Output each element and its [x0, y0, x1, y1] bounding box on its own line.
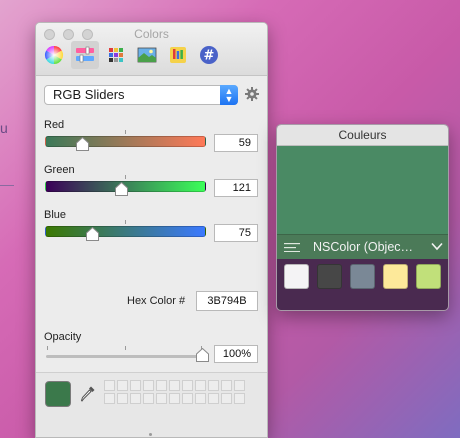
- popover-swatch[interactable]: [350, 264, 375, 289]
- resize-grip[interactable]: [149, 433, 152, 436]
- list-icon: [284, 243, 300, 252]
- swatch-cell[interactable]: [143, 380, 154, 391]
- swatch-cell[interactable]: [156, 380, 167, 391]
- opacity-slider-track[interactable]: [46, 355, 202, 358]
- opacity-tick-mid: [125, 346, 126, 350]
- color-preview: [277, 146, 448, 234]
- hex-field[interactable]: 3B794B: [196, 291, 258, 311]
- red-slider-track[interactable]: [45, 136, 206, 147]
- sliders-icon: [76, 46, 94, 63]
- swatch-cell[interactable]: [156, 393, 167, 404]
- slider-mode-value: RGB Sliders: [53, 87, 125, 102]
- swatch-cell[interactable]: [195, 380, 206, 391]
- window-title: Colors: [134, 27, 169, 41]
- chevron-down-icon: [431, 242, 443, 251]
- hex-label: Hex Color #: [127, 295, 186, 307]
- swatch-cell[interactable]: [208, 380, 219, 391]
- red-label: Red: [44, 119, 65, 131]
- swatch-cell[interactable]: [221, 380, 232, 391]
- green-center-tick: [125, 175, 126, 179]
- chevron-updown-icon: ▲ ▼: [220, 85, 238, 105]
- popover-swatch[interactable]: [383, 264, 408, 289]
- swatch-cell[interactable]: [143, 393, 154, 404]
- desktop-divider: [0, 185, 14, 186]
- green-slider-knob[interactable]: [114, 182, 128, 196]
- titlebar: Colors #: [36, 23, 267, 76]
- swatch-cell[interactable]: [234, 393, 245, 404]
- tab-image-palettes[interactable]: [133, 41, 161, 69]
- couleurs-popover: Couleurs NSColor (Objec…: [276, 124, 449, 311]
- blue-center-tick: [125, 220, 126, 224]
- palettes-icon: [109, 48, 123, 62]
- format-selector[interactable]: NSColor (Objec…: [277, 234, 448, 259]
- blue-label: Blue: [44, 209, 67, 221]
- format-label: NSColor (Objec…: [313, 240, 414, 254]
- color-well-bar: [36, 372, 267, 437]
- green-label: Green: [44, 164, 75, 176]
- eyedropper-icon[interactable]: [80, 385, 96, 403]
- blue-slider-track[interactable]: [45, 226, 206, 237]
- mode-toolbar: #: [40, 41, 226, 69]
- tab-color-wheel[interactable]: [40, 41, 68, 69]
- swatch-cell[interactable]: [208, 393, 219, 404]
- swatch-cell[interactable]: [169, 393, 180, 404]
- swatch-cell[interactable]: [221, 393, 232, 404]
- svg-text:#: #: [204, 49, 215, 64]
- popover-swatch[interactable]: [416, 264, 441, 289]
- popover-swatch[interactable]: [284, 264, 309, 289]
- swatch-cell[interactable]: [195, 393, 206, 404]
- tab-color-sliders[interactable]: [71, 41, 99, 69]
- tab-color-palettes[interactable]: [102, 41, 130, 69]
- colors-panel: Colors # RGB Sliders ▲ ▼ Red 59 Green 12…: [35, 22, 268, 438]
- swatch-cell[interactable]: [234, 380, 245, 391]
- slider-mode-select[interactable]: RGB Sliders ▲ ▼: [44, 85, 238, 105]
- opacity-tick-start: [47, 346, 48, 350]
- crayons-icon: [170, 47, 186, 63]
- swatch-cell[interactable]: [169, 380, 180, 391]
- blue-value-field[interactable]: 75: [214, 224, 258, 242]
- green-value-field[interactable]: 121: [214, 179, 258, 197]
- opacity-slider-knob[interactable]: [195, 348, 209, 362]
- swatch-grid: [104, 380, 245, 404]
- popover-title: Couleurs: [277, 125, 448, 146]
- red-value-field[interactable]: 59: [214, 134, 258, 152]
- red-center-tick: [125, 130, 126, 134]
- tab-hex-plugin[interactable]: #: [195, 41, 223, 69]
- swatch-cell[interactable]: [117, 380, 128, 391]
- hash-icon: #: [200, 46, 218, 64]
- swatch-cell[interactable]: [104, 380, 115, 391]
- tab-pencils[interactable]: [164, 41, 192, 69]
- swatch-cell[interactable]: [130, 380, 141, 391]
- swatch-cell[interactable]: [104, 393, 115, 404]
- desktop-edge-text: u: [0, 120, 8, 136]
- swatch-cell[interactable]: [130, 393, 141, 404]
- red-slider-knob[interactable]: [75, 137, 89, 151]
- popover-swatches: [284, 264, 448, 289]
- image-palettes-icon: [137, 47, 157, 63]
- current-color-well[interactable]: [45, 381, 71, 407]
- swatch-cell[interactable]: [182, 380, 193, 391]
- gear-icon[interactable]: [244, 86, 260, 102]
- color-wheel-icon: [44, 46, 64, 64]
- opacity-value-field[interactable]: 100%: [214, 345, 258, 363]
- swatch-cell[interactable]: [182, 393, 193, 404]
- opacity-label: Opacity: [44, 331, 82, 343]
- swatch-cell[interactable]: [117, 393, 128, 404]
- blue-slider-knob[interactable]: [85, 227, 99, 241]
- popover-swatch[interactable]: [317, 264, 342, 289]
